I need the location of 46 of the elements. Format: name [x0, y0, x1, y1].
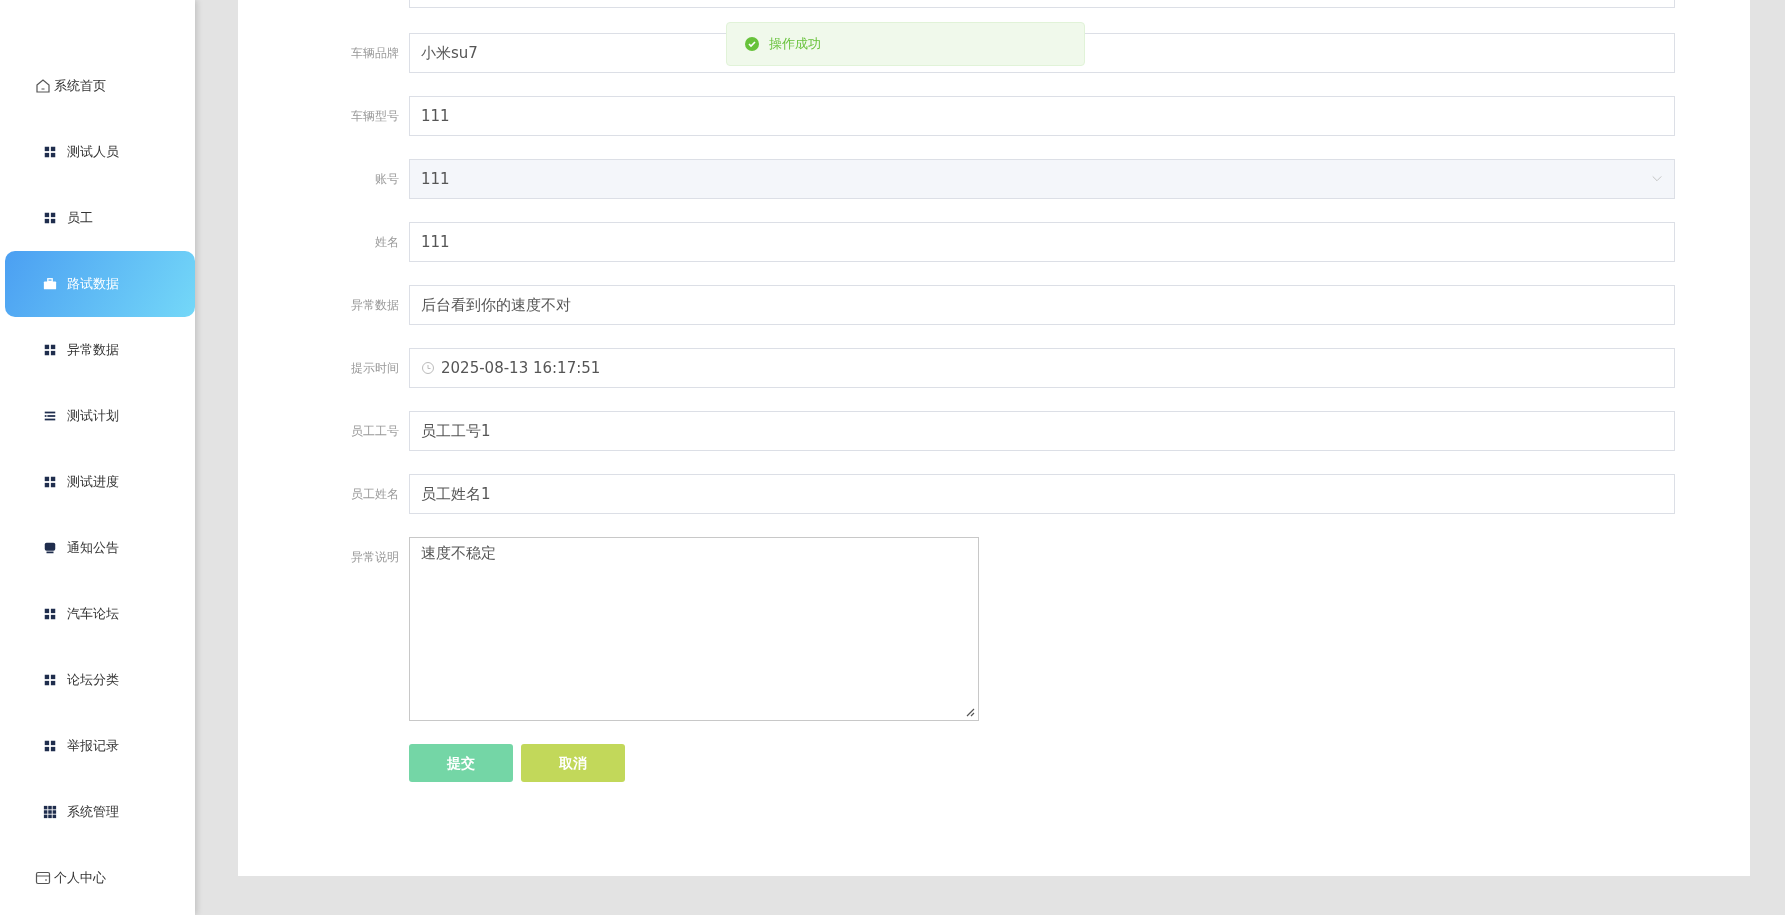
textarea-field[interactable]: 速度不稳定	[409, 537, 979, 721]
input-field[interactable]: 111	[409, 222, 1675, 262]
field-label: 提示时间	[350, 360, 400, 377]
field-label: 车辆型号	[350, 108, 400, 125]
sidebar-item[interactable]: 系统管理	[5, 779, 195, 845]
field-label: 姓名	[374, 234, 400, 251]
grid-icon	[43, 607, 57, 621]
resize-handle-icon	[965, 707, 975, 717]
list-icon	[43, 409, 57, 423]
sidebar-item[interactable]: 汽车论坛	[5, 581, 195, 647]
select-field[interactable]: 111	[409, 159, 1675, 199]
sidebar-item[interactable]: 异常数据	[5, 317, 195, 383]
sidebar-item[interactable]: 系统首页	[5, 53, 195, 119]
briefcase-icon	[43, 277, 57, 291]
sidebar-item[interactable]: 举报记录	[5, 713, 195, 779]
apps-icon	[43, 805, 57, 819]
grid-icon	[43, 211, 57, 225]
grid-icon	[43, 739, 57, 753]
monitor-icon	[43, 541, 57, 555]
input-field[interactable]: 员工工号1	[409, 411, 1675, 451]
sidebar-item[interactable]: 通知公告	[5, 515, 195, 581]
input-field[interactable]: 后台看到你的速度不对	[409, 285, 1675, 325]
sidebar-item[interactable]: 个人中心	[5, 845, 195, 911]
grid-icon	[43, 673, 57, 687]
field-label: 账号	[374, 171, 400, 188]
input-field[interactable]: 员工姓名1	[409, 474, 1675, 514]
field-label: 员工姓名	[350, 486, 400, 503]
input-field[interactable]: 111	[409, 96, 1675, 136]
grid-icon	[43, 343, 57, 357]
toast-message: 操作成功	[769, 35, 821, 54]
grid-icon	[43, 475, 57, 489]
sidebar-item[interactable]: 测试计划	[5, 383, 195, 449]
sidebar-item[interactable]: 员工	[5, 185, 195, 251]
check-circle-icon	[745, 37, 759, 51]
field-label: 异常说明	[350, 549, 400, 566]
grid-icon	[43, 145, 57, 159]
home-icon	[35, 78, 51, 94]
field-label: 车辆品牌	[350, 45, 400, 62]
sidebar-item[interactable]: 论坛分类	[5, 647, 195, 713]
clock-icon	[421, 361, 435, 375]
sidebar-item[interactable]: 测试人员	[5, 119, 195, 185]
card-icon	[35, 870, 51, 886]
field-label: 员工工号	[350, 423, 400, 440]
date-time-field[interactable]: 2025-08-13 16:17:51	[409, 348, 1675, 388]
sidebar-item[interactable]: 测试进度	[5, 449, 195, 515]
field-label: 异常数据	[350, 297, 400, 314]
